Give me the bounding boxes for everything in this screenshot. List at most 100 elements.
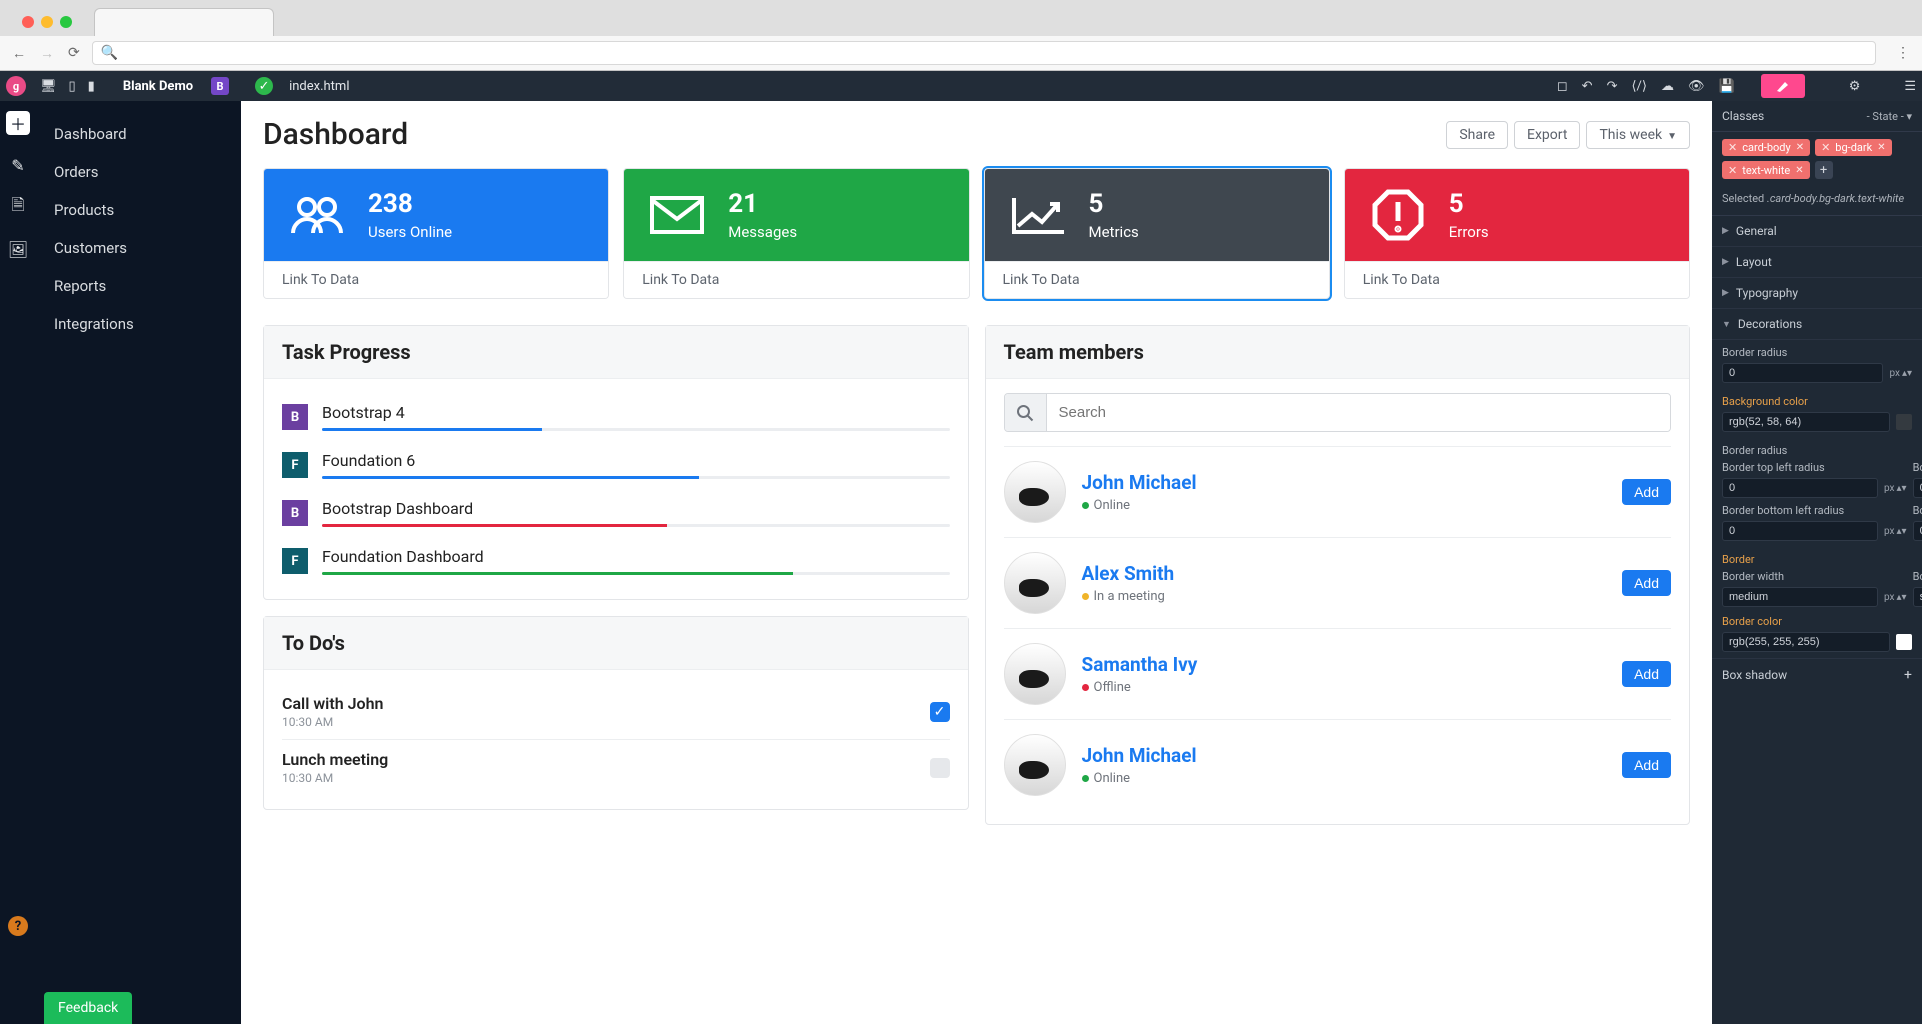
remove-chip-icon[interactable]: ✕: [1795, 165, 1803, 176]
gear-icon[interactable]: ⚙: [1849, 79, 1861, 94]
add-button[interactable]: Add: [1622, 479, 1671, 505]
unit-selector[interactable]: px ▴▾: [1884, 521, 1907, 541]
add-shadow-icon[interactable]: +: [1904, 667, 1912, 683]
todo-row[interactable]: Lunch meeting10:30 AM: [282, 739, 950, 795]
radius-br-input[interactable]: [1913, 521, 1922, 541]
desktop-icon[interactable]: 🖥: [40, 79, 57, 94]
unit-selector[interactable]: px ▴▾: [1889, 363, 1912, 383]
status-ok-icon: ✓: [255, 77, 273, 95]
border-width-input[interactable]: [1722, 587, 1878, 607]
task-row[interactable]: F Foundation 6: [282, 441, 950, 489]
unit-selector[interactable]: px ▴▾: [1884, 587, 1907, 607]
file-name[interactable]: index.html: [289, 79, 349, 94]
minimize-window-icon[interactable]: [41, 16, 53, 28]
code-icon[interactable]: ⟨/⟩: [1631, 79, 1647, 94]
sidebar-item-dashboard[interactable]: Dashboard: [36, 115, 241, 153]
checkbox-unchecked-icon[interactable]: [930, 758, 950, 778]
section-decorations[interactable]: ▼Decorations: [1712, 309, 1922, 340]
radius-tl-input[interactable]: [1722, 478, 1878, 498]
class-chip[interactable]: ✕bg-dark✕: [1815, 139, 1892, 156]
forward-icon[interactable]: →: [40, 45, 54, 62]
reload-icon[interactable]: ⟳: [68, 45, 80, 62]
search-input[interactable]: [1047, 394, 1671, 431]
viewport-icon[interactable]: ◻: [1557, 79, 1568, 94]
stat-link[interactable]: Link To Data: [264, 261, 608, 298]
help-icon[interactable]: ?: [8, 916, 28, 936]
save-icon[interactable]: 💾: [1719, 79, 1735, 94]
box-shadow-row[interactable]: Box shadow +: [1712, 658, 1922, 691]
phone-icon[interactable]: ▮: [88, 79, 95, 94]
member-name[interactable]: Alex Smith: [1082, 562, 1175, 585]
stat-link[interactable]: Link To Data: [1345, 261, 1689, 298]
todo-row[interactable]: Call with John10:30 AM ✓: [282, 684, 950, 739]
export-button[interactable]: Export: [1514, 121, 1580, 149]
sidebar-item-products[interactable]: Products: [36, 191, 241, 229]
stat-link[interactable]: Link To Data: [624, 261, 968, 298]
browser-menu-icon[interactable]: ⋮: [1896, 45, 1910, 61]
section-layout[interactable]: ▶Layout: [1712, 247, 1922, 278]
cloud-icon[interactable]: ☁: [1661, 79, 1674, 94]
bg-color-input[interactable]: [1722, 412, 1890, 432]
range-dropdown[interactable]: This week▼: [1586, 121, 1690, 149]
sidebar-item-reports[interactable]: Reports: [36, 267, 241, 305]
unit-selector[interactable]: px ▴▾: [1884, 478, 1907, 498]
sidebar-item-customers[interactable]: Customers: [36, 229, 241, 267]
color-swatch-icon[interactable]: [1896, 634, 1912, 650]
app-logo-icon[interactable]: g: [6, 76, 26, 96]
stat-card-users[interactable]: 238Users Online Link To Data: [263, 168, 609, 299]
stat-link[interactable]: Link To Data: [985, 261, 1329, 298]
add-button[interactable]: Add: [1622, 661, 1671, 687]
border-radius-input[interactable]: [1722, 363, 1883, 383]
feedback-button[interactable]: Feedback: [44, 992, 132, 1024]
remove-chip-icon[interactable]: ✕: [1796, 142, 1804, 153]
member-row[interactable]: John MichaelOnline Add: [1004, 446, 1672, 537]
undo-icon[interactable]: ↶: [1582, 79, 1593, 94]
radius-bl-input[interactable]: [1722, 521, 1878, 541]
maximize-window-icon[interactable]: [60, 16, 72, 28]
hamburger-icon[interactable]: ☰: [1904, 79, 1916, 94]
class-chip[interactable]: ✕text-white✕: [1722, 161, 1810, 179]
member-row[interactable]: Samantha IvyOffline Add: [1004, 628, 1672, 719]
add-button[interactable]: Add: [1622, 752, 1671, 778]
border-color-input[interactable]: [1722, 632, 1890, 652]
sidebar-item-integrations[interactable]: Integrations: [36, 305, 241, 343]
stat-label: Metrics: [1089, 223, 1139, 241]
redo-icon[interactable]: ↷: [1607, 79, 1618, 94]
image-icon[interactable]: 🖼: [6, 237, 30, 261]
task-row[interactable]: B Bootstrap Dashboard: [282, 489, 950, 537]
member-name[interactable]: John Michael: [1082, 471, 1197, 494]
close-window-icon[interactable]: [22, 16, 34, 28]
edit-icon[interactable]: ✎: [6, 153, 30, 177]
add-class-button[interactable]: +: [1815, 161, 1833, 179]
share-button[interactable]: Share: [1446, 121, 1508, 149]
stat-card-messages[interactable]: 21Messages Link To Data: [623, 168, 969, 299]
section-typography[interactable]: ▶Typography: [1712, 278, 1922, 309]
stat-card-metrics[interactable]: ▲ ✥ ⧉ 🗑 ⟨/⟩ 5Metrics Link To Data: [984, 168, 1330, 299]
checkbox-checked-icon[interactable]: ✓: [930, 702, 950, 722]
back-icon[interactable]: ←: [12, 45, 26, 62]
remove-chip-icon[interactable]: ✕: [1877, 142, 1885, 153]
state-dropdown[interactable]: - State - ▾: [1867, 110, 1912, 123]
preview-icon[interactable]: 👁: [1688, 79, 1705, 94]
border-style-select[interactable]: [1913, 587, 1922, 607]
browser-tab[interactable]: [94, 8, 274, 36]
document-icon[interactable]: 🗎: [6, 195, 30, 219]
member-name[interactable]: John Michael: [1082, 744, 1197, 767]
add-button[interactable]: Add: [1622, 570, 1671, 596]
member-name[interactable]: Samantha Ivy: [1082, 653, 1198, 676]
member-row[interactable]: Alex SmithIn a meeting Add: [1004, 537, 1672, 628]
tablet-icon[interactable]: ▯: [69, 79, 76, 94]
radius-tr-input[interactable]: [1913, 478, 1922, 498]
field-label: Border bottom left radius: [1722, 504, 1907, 517]
member-row[interactable]: John MichaelOnline Add: [1004, 719, 1672, 810]
class-chip[interactable]: ✕card-body✕: [1722, 139, 1810, 156]
add-icon[interactable]: ＋: [6, 111, 30, 135]
section-general[interactable]: ▶General: [1712, 216, 1922, 247]
task-row[interactable]: F Foundation Dashboard: [282, 537, 950, 585]
sidebar-item-orders[interactable]: Orders: [36, 153, 241, 191]
brush-tool-icon[interactable]: [1761, 74, 1805, 98]
stat-card-errors[interactable]: 5Errors Link To Data: [1344, 168, 1690, 299]
color-swatch-icon[interactable]: [1896, 414, 1912, 430]
address-bar[interactable]: 🔍: [92, 41, 1876, 65]
task-row[interactable]: B Bootstrap 4: [282, 393, 950, 441]
